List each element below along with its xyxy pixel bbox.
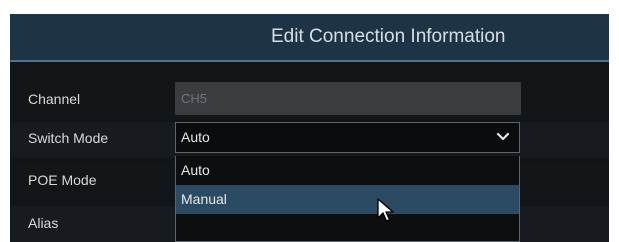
switch-mode-dropdown-list: Auto Manual bbox=[175, 156, 520, 242]
channel-field: CH5 bbox=[175, 82, 521, 115]
switch-mode-label: Switch Mode bbox=[28, 130, 109, 146]
switch-mode-selected-value: Auto bbox=[181, 129, 210, 145]
switch-mode-select[interactable]: Auto bbox=[175, 122, 520, 153]
dropdown-option-manual[interactable]: Manual bbox=[176, 185, 519, 214]
poe-mode-label: POE Mode bbox=[28, 172, 97, 188]
alias-label: Alias bbox=[28, 215, 59, 231]
mouse-pointer-icon bbox=[377, 198, 394, 222]
dialog-title-bar: Edit Connection Information bbox=[10, 14, 609, 62]
edit-connection-dialog: Edit Connection Information Channel Swit… bbox=[10, 14, 609, 242]
dropdown-option-auto[interactable]: Auto bbox=[176, 156, 519, 185]
channel-label: Channel bbox=[28, 91, 81, 107]
chevron-down-icon[interactable] bbox=[496, 132, 510, 142]
dialog-title: Edit Connection Information bbox=[271, 26, 506, 47]
